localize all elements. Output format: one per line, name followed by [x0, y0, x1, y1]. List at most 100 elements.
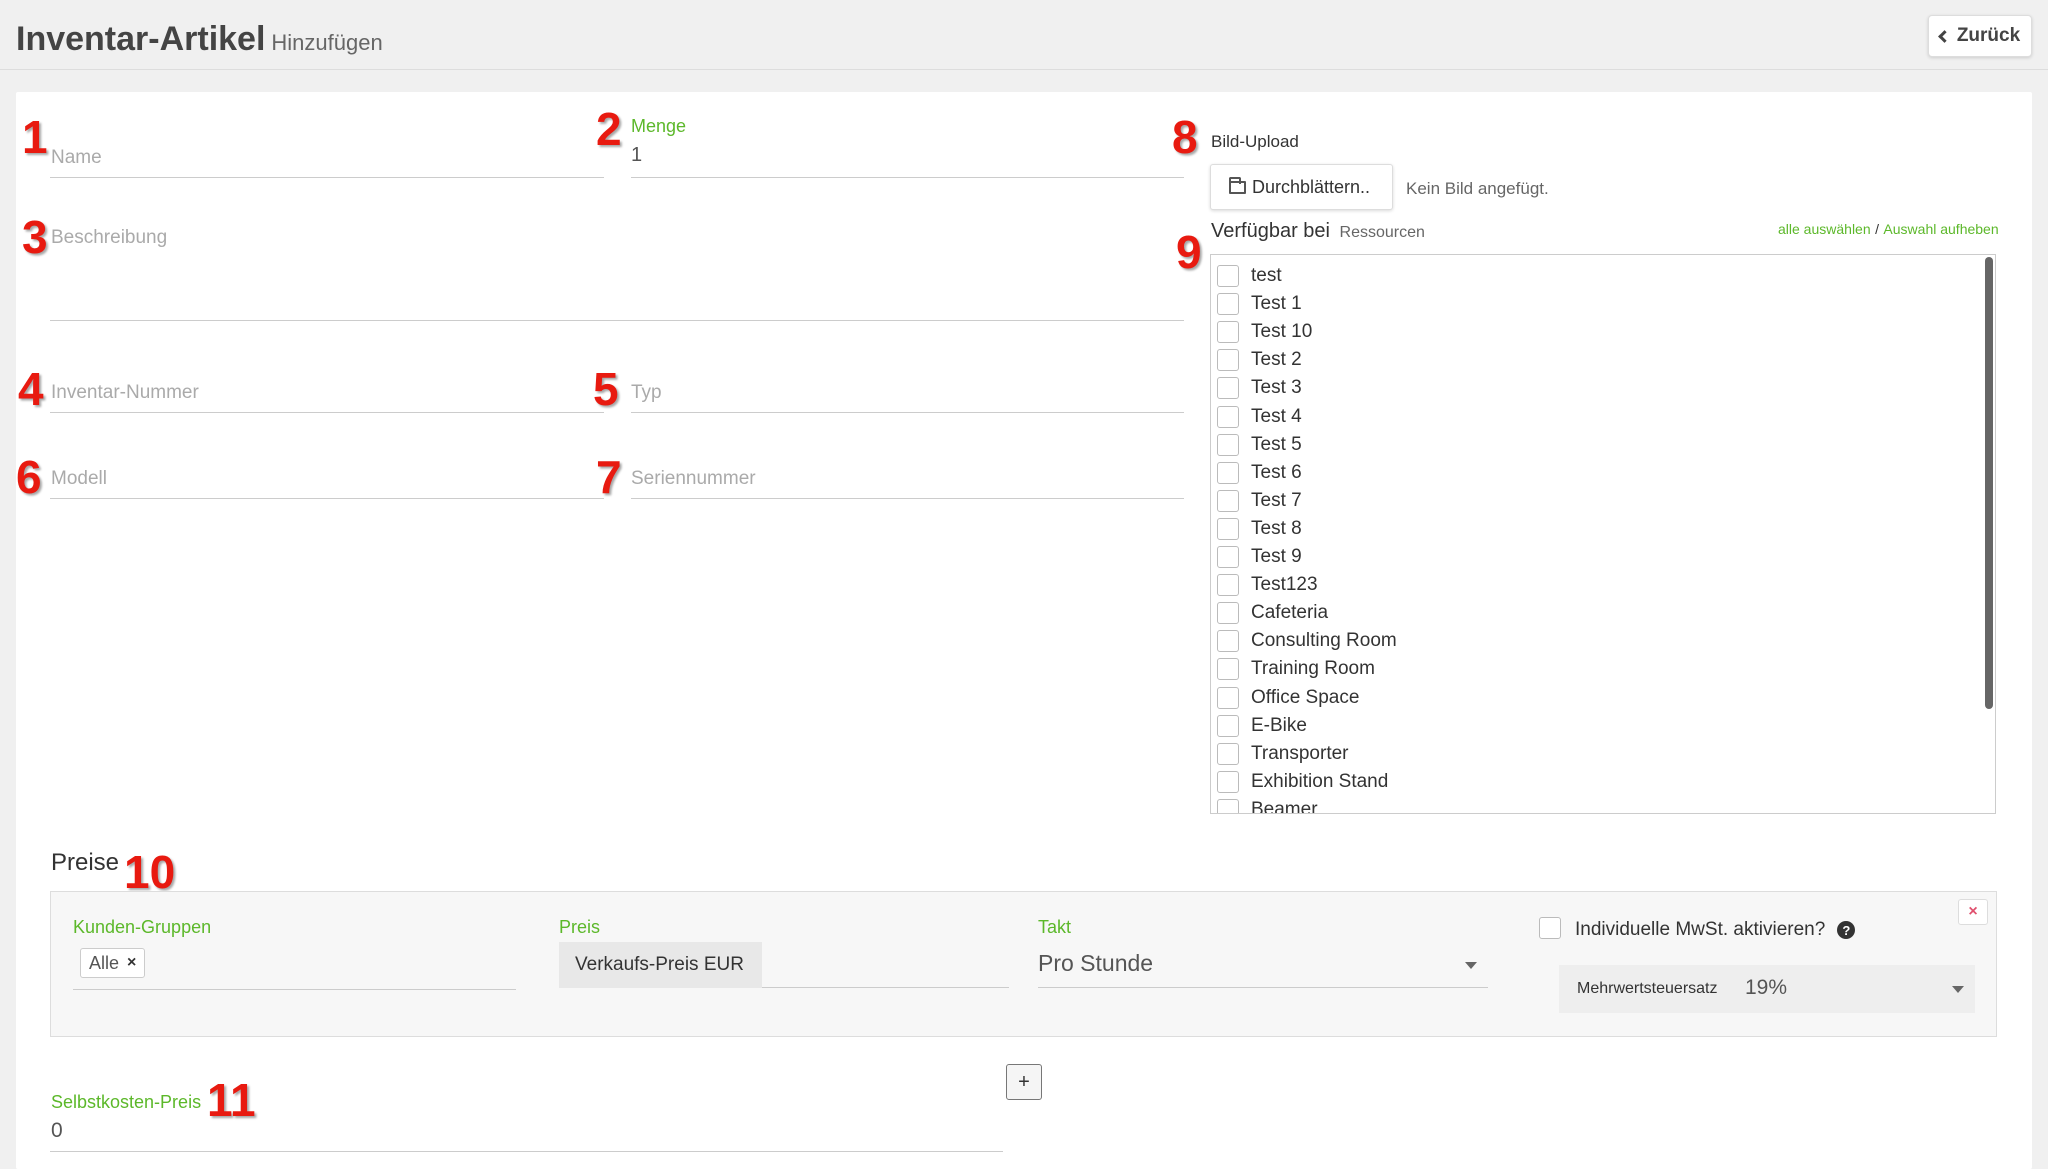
resource-item[interactable]: Test 5 — [1217, 433, 1302, 456]
resource-item[interactable]: Beamer — [1217, 798, 1318, 814]
preis-label: Preis — [559, 917, 601, 937]
marker-7: 7 — [596, 451, 622, 503]
resource-checkbox[interactable] — [1217, 658, 1239, 681]
resource-item[interactable]: Transporter — [1217, 742, 1349, 765]
page-title-text: Inventar-Artikel — [16, 20, 266, 58]
resource-checkbox[interactable] — [1217, 517, 1239, 540]
folder-open-icon — [1229, 176, 1246, 194]
seriennummer-input[interactable] — [631, 498, 1184, 499]
kunden-tag-label: Alle — [89, 952, 120, 973]
resource-checkbox[interactable] — [1217, 321, 1239, 344]
takt-select[interactable] — [1038, 987, 1488, 988]
back-button[interactable]: Zurück — [1928, 15, 2032, 57]
resource-checkbox[interactable] — [1217, 293, 1239, 316]
resource-item[interactable]: E-Bike — [1217, 714, 1307, 737]
resource-label: Test 9 — [1251, 546, 1302, 567]
resource-item[interactable]: Test 10 — [1217, 321, 1313, 344]
menge-input[interactable] — [631, 177, 1184, 178]
resource-label: Test 1 — [1251, 293, 1302, 315]
resource-item[interactable]: Test 6 — [1217, 461, 1302, 484]
resource-checkbox[interactable] — [1217, 461, 1239, 484]
resource-checkbox[interactable] — [1217, 405, 1239, 428]
resource-checkbox[interactable] — [1217, 798, 1239, 813]
resource-checkbox[interactable] — [1217, 489, 1239, 512]
resource-item[interactable]: Test 2 — [1217, 349, 1302, 372]
resource-checkbox[interactable] — [1217, 265, 1239, 287]
resource-item[interactable]: Exhibition Stand — [1217, 770, 1388, 793]
resource-label: Test 3 — [1251, 377, 1302, 399]
name-input[interactable] — [50, 177, 604, 178]
no-image-text: Kein Bild angefügt. — [1406, 179, 1549, 198]
resource-checkbox[interactable] — [1217, 602, 1239, 625]
resource-item[interactable]: Test 9 — [1217, 546, 1302, 568]
tag-remove-icon[interactable]: × — [127, 954, 136, 972]
browse-button[interactable]: Durchblättern.. — [1210, 164, 1393, 210]
mwst-checkbox[interactable] — [1539, 917, 1561, 939]
resource-checkbox[interactable] — [1217, 574, 1239, 597]
resource-checkbox[interactable] — [1217, 349, 1239, 372]
resource-item[interactable]: Test 3 — [1217, 377, 1302, 400]
resource-label: Test 7 — [1251, 489, 1302, 511]
inventar-nummer-input[interactable] — [50, 412, 604, 413]
resource-checkbox[interactable] — [1217, 546, 1239, 568]
resource-checkbox[interactable] — [1217, 686, 1239, 709]
resource-item[interactable]: Consulting Room — [1217, 630, 1397, 653]
mwst-select[interactable]: Mehrwertsteuersatz 19% — [1559, 965, 1975, 1013]
resource-label: Test 10 — [1251, 321, 1313, 343]
resource-item[interactable]: Cafeteria — [1217, 602, 1329, 625]
page-header: Inventar-Artikel Hinzufügen Zurück — [0, 0, 2048, 70]
resource-list-scrollbar[interactable] — [1985, 257, 1993, 709]
resource-checkbox[interactable] — [1217, 742, 1239, 765]
resource-checkbox[interactable] — [1217, 770, 1239, 793]
menge-label: Menge — [631, 116, 687, 136]
resource-item[interactable]: Test 7 — [1217, 489, 1302, 512]
resource-label: Beamer — [1251, 798, 1318, 814]
resource-item[interactable]: Test 4 — [1217, 405, 1302, 428]
add-price-button[interactable]: + — [1006, 1064, 1042, 1100]
modell-input[interactable] — [50, 498, 604, 499]
preis-input[interactable] — [762, 987, 1009, 988]
resource-label: Test 4 — [1251, 405, 1302, 427]
resource-checkbox[interactable] — [1217, 630, 1239, 653]
resource-label: Cafeteria — [1251, 602, 1329, 624]
resource-item[interactable]: Test 1 — [1217, 293, 1302, 316]
select-all-link[interactable]: alle auswählen — [1778, 221, 1871, 237]
name-placeholder: Name — [51, 147, 102, 168]
marker-4: 4 — [18, 363, 44, 415]
price-row: Kunden-Gruppen Alle × Preis Verkaufs-Pre… — [50, 891, 1997, 1037]
resource-label: E-Bike — [1251, 714, 1307, 736]
chevron-down-icon — [1465, 962, 1477, 969]
resource-item[interactable]: Test123 — [1217, 574, 1318, 597]
link-separator: / — [1875, 221, 1879, 237]
resource-checkbox[interactable] — [1217, 433, 1239, 456]
deselect-link[interactable]: Auswahl aufheben — [1883, 221, 1998, 237]
resource-item[interactable]: test — [1217, 265, 1282, 287]
remove-price-button[interactable]: × — [1958, 899, 1988, 925]
selection-links: alle auswählen / Auswahl aufheben — [1778, 221, 1999, 239]
resource-label: Training Room — [1251, 658, 1375, 680]
resource-item[interactable]: Test 8 — [1217, 517, 1302, 540]
resource-checkbox[interactable] — [1217, 714, 1239, 737]
beschreibung-placeholder: Beschreibung — [51, 227, 168, 248]
typ-input[interactable] — [631, 412, 1184, 413]
kunden-gruppen-input[interactable] — [73, 989, 516, 990]
modell-placeholder: Modell — [51, 468, 107, 489]
resource-label: Transporter — [1251, 742, 1349, 764]
resource-label: Test123 — [1251, 574, 1318, 596]
bild-upload-label: Bild-Upload — [1211, 132, 1299, 151]
selbstkosten-value: 0 — [51, 1119, 63, 1142]
page-title: Inventar-Artikel Hinzufügen — [16, 20, 383, 59]
typ-placeholder: Typ — [631, 382, 662, 403]
beschreibung-textarea[interactable] — [50, 320, 1184, 321]
marker-11: 11 — [207, 1074, 256, 1126]
back-button-label: Zurück — [1956, 25, 2021, 46]
resource-list[interactable]: test Test 1 Test 10 Test 2 Test 3 Test 4 Test … — [1210, 254, 1996, 814]
availability-title-text: Verfügbar bei — [1211, 220, 1330, 242]
resource-item[interactable]: Office Space — [1217, 686, 1360, 709]
chevron-left-icon — [1937, 29, 1951, 43]
selbstkosten-input[interactable] — [50, 1151, 1003, 1152]
resource-label: Office Space — [1251, 686, 1360, 708]
help-icon[interactable]: ? — [1837, 921, 1856, 939]
resource-item[interactable]: Training Room — [1217, 658, 1375, 681]
resource-checkbox[interactable] — [1217, 377, 1239, 400]
